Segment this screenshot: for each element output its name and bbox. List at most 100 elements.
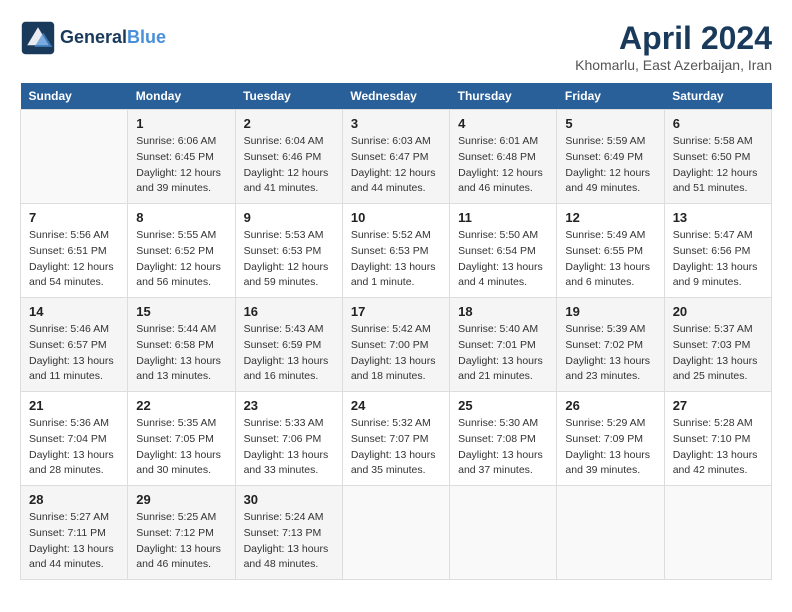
day-info: Sunrise: 6:01 AMSunset: 6:48 PMDaylight:… [458,134,548,197]
day-info: Sunrise: 5:27 AMSunset: 7:11 PMDaylight:… [29,510,119,573]
calendar-cell: 10 Sunrise: 5:52 AMSunset: 6:53 PMDayligh… [342,204,449,298]
calendar-cell: 27 Sunrise: 5:28 AMSunset: 7:10 PMDayligh… [664,392,771,486]
calendar-cell: 3 Sunrise: 6:03 AMSunset: 6:47 PMDaylight… [342,110,449,204]
day-number: 30 [244,492,334,507]
calendar-cell: 28 Sunrise: 5:27 AMSunset: 7:11 PMDayligh… [21,486,128,580]
calendar-cell: 7 Sunrise: 5:56 AMSunset: 6:51 PMDaylight… [21,204,128,298]
day-number: 25 [458,398,548,413]
day-info: Sunrise: 5:25 AMSunset: 7:12 PMDaylight:… [136,510,226,573]
day-number: 20 [673,304,763,319]
calendar-cell: 8 Sunrise: 5:55 AMSunset: 6:52 PMDaylight… [128,204,235,298]
weekday-header-tuesday: Tuesday [235,83,342,110]
day-info: Sunrise: 6:04 AMSunset: 6:46 PMDaylight:… [244,134,334,197]
day-number: 17 [351,304,441,319]
calendar-cell: 19 Sunrise: 5:39 AMSunset: 7:02 PMDayligh… [557,298,664,392]
day-info: Sunrise: 5:52 AMSunset: 6:53 PMDaylight:… [351,228,441,291]
calendar-cell: 20Sunrise: 5:37 AMSunset: 7:03 PMDayligh… [664,298,771,392]
day-number: 3 [351,116,441,131]
day-number: 10 [351,210,441,225]
day-number: 15 [136,304,226,319]
week-row-5: 28 Sunrise: 5:27 AMSunset: 7:11 PMDayligh… [21,486,772,580]
day-info: Sunrise: 5:33 AMSunset: 7:06 PMDaylight:… [244,416,334,479]
weekday-header-saturday: Saturday [664,83,771,110]
day-info: Sunrise: 6:03 AMSunset: 6:47 PMDaylight:… [351,134,441,197]
calendar-cell: 30 Sunrise: 5:24 AMSunset: 7:13 PMDayligh… [235,486,342,580]
calendar-cell: 2 Sunrise: 6:04 AMSunset: 6:46 PMDaylight… [235,110,342,204]
day-number: 23 [244,398,334,413]
day-info: Sunrise: 5:24 AMSunset: 7:13 PMDaylight:… [244,510,334,573]
day-number: 27 [673,398,763,413]
calendar-cell: 5 Sunrise: 5:59 AMSunset: 6:49 PMDaylight… [557,110,664,204]
day-number: 26 [565,398,655,413]
day-number: 6 [673,116,763,131]
day-number: 29 [136,492,226,507]
day-info: Sunrise: 5:40 AMSunset: 7:01 PMDaylight:… [458,322,548,385]
week-row-3: 14 Sunrise: 5:46 AMSunset: 6:57 PMDayligh… [21,298,772,392]
day-number: 19 [565,304,655,319]
day-info: Sunrise: 5:39 AMSunset: 7:02 PMDaylight:… [565,322,655,385]
calendar-cell: 29 Sunrise: 5:25 AMSunset: 7:12 PMDayligh… [128,486,235,580]
calendar-cell: 21 Sunrise: 5:36 AMSunset: 7:04 PMDayligh… [21,392,128,486]
calendar-cell: 26 Sunrise: 5:29 AMSunset: 7:09 PMDayligh… [557,392,664,486]
day-number: 1 [136,116,226,131]
calendar-cell: 25Sunrise: 5:30 AMSunset: 7:08 PMDayligh… [450,392,557,486]
day-info: Sunrise: 6:06 AMSunset: 6:45 PMDaylight:… [136,134,226,197]
day-info: Sunrise: 5:50 AMSunset: 6:54 PMDaylight:… [458,228,548,291]
week-row-1: 1 Sunrise: 6:06 AMSunset: 6:45 PMDaylight… [21,110,772,204]
calendar-cell [450,486,557,580]
day-number: 21 [29,398,119,413]
day-info: Sunrise: 5:47 AMSunset: 6:56 PMDaylight:… [673,228,763,291]
calendar-cell: 15 Sunrise: 5:44 AMSunset: 6:58 PMDayligh… [128,298,235,392]
day-number: 9 [244,210,334,225]
calendar-cell [664,486,771,580]
day-info: Sunrise: 5:56 AMSunset: 6:51 PMDaylight:… [29,228,119,291]
day-number: 5 [565,116,655,131]
weekday-header-monday: Monday [128,83,235,110]
title-section: April 2024 Khomarlu, East Azerbaijan, Ir… [575,20,772,73]
calendar-cell: 16 Sunrise: 5:43 AMSunset: 6:59 PMDayligh… [235,298,342,392]
calendar-cell [342,486,449,580]
day-info: Sunrise: 5:59 AMSunset: 6:49 PMDaylight:… [565,134,655,197]
day-info: Sunrise: 5:44 AMSunset: 6:58 PMDaylight:… [136,322,226,385]
day-number: 28 [29,492,119,507]
day-info: Sunrise: 5:58 AMSunset: 6:50 PMDaylight:… [673,134,763,197]
location-subtitle: Khomarlu, East Azerbaijan, Iran [575,57,772,73]
day-info: Sunrise: 5:55 AMSunset: 6:52 PMDaylight:… [136,228,226,291]
day-info: Sunrise: 5:28 AMSunset: 7:10 PMDaylight:… [673,416,763,479]
day-number: 2 [244,116,334,131]
calendar-cell: 11Sunrise: 5:50 AMSunset: 6:54 PMDayligh… [450,204,557,298]
calendar-cell: 12Sunrise: 5:49 AMSunset: 6:55 PMDayligh… [557,204,664,298]
day-number: 8 [136,210,226,225]
calendar-cell: 9Sunrise: 5:53 AMSunset: 6:53 PMDaylight… [235,204,342,298]
day-number: 14 [29,304,119,319]
day-info: Sunrise: 5:29 AMSunset: 7:09 PMDaylight:… [565,416,655,479]
logo: GeneralBlue [20,20,166,56]
day-number: 16 [244,304,334,319]
calendar-cell: 1 Sunrise: 6:06 AMSunset: 6:45 PMDaylight… [128,110,235,204]
calendar-cell [557,486,664,580]
weekday-header-friday: Friday [557,83,664,110]
week-row-4: 21 Sunrise: 5:36 AMSunset: 7:04 PMDayligh… [21,392,772,486]
day-info: Sunrise: 5:46 AMSunset: 6:57 PMDaylight:… [29,322,119,385]
day-info: Sunrise: 5:35 AMSunset: 7:05 PMDaylight:… [136,416,226,479]
week-row-2: 7 Sunrise: 5:56 AMSunset: 6:51 PMDaylight… [21,204,772,298]
calendar-cell: 17 Sunrise: 5:42 AMSunset: 7:00 PMDayligh… [342,298,449,392]
day-info: Sunrise: 5:36 AMSunset: 7:04 PMDaylight:… [29,416,119,479]
day-number: 12 [565,210,655,225]
day-number: 4 [458,116,548,131]
calendar-cell: 14 Sunrise: 5:46 AMSunset: 6:57 PMDayligh… [21,298,128,392]
weekday-header-thursday: Thursday [450,83,557,110]
weekday-header-sunday: Sunday [21,83,128,110]
day-number: 13 [673,210,763,225]
day-number: 7 [29,210,119,225]
calendar-cell: 6 Sunrise: 5:58 AMSunset: 6:50 PMDaylight… [664,110,771,204]
calendar-cell: 24Sunrise: 5:32 AMSunset: 7:07 PMDayligh… [342,392,449,486]
weekday-header-wednesday: Wednesday [342,83,449,110]
weekday-header-row: SundayMondayTuesdayWednesdayThursdayFrid… [21,83,772,110]
calendar-cell: 22Sunrise: 5:35 AMSunset: 7:05 PMDayligh… [128,392,235,486]
calendar-cell: 23 Sunrise: 5:33 AMSunset: 7:06 PMDayligh… [235,392,342,486]
day-info: Sunrise: 5:42 AMSunset: 7:00 PMDaylight:… [351,322,441,385]
calendar-cell: 13 Sunrise: 5:47 AMSunset: 6:56 PMDayligh… [664,204,771,298]
calendar-cell [21,110,128,204]
day-info: Sunrise: 5:43 AMSunset: 6:59 PMDaylight:… [244,322,334,385]
